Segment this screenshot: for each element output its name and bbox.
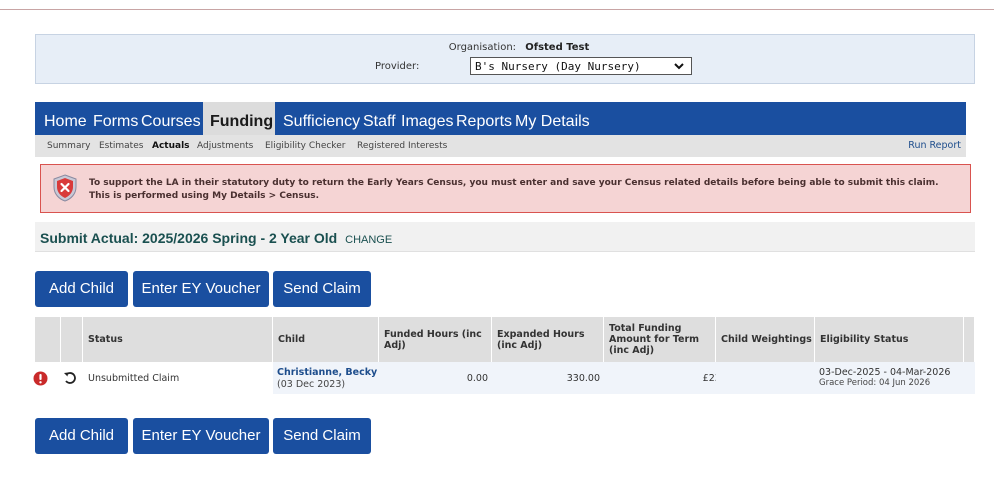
- organisation-row: Organisation: Ofsted Test: [36, 42, 974, 53]
- nav-funding[interactable]: Funding: [203, 102, 275, 135]
- organisation-panel: Organisation: Ofsted Test Provider: B's …: [35, 34, 975, 84]
- row-status: Unsubmitted Claim: [88, 372, 180, 384]
- eligibility-range: 03-Dec-2025 - 04-Mar-2026: [819, 367, 951, 378]
- row-eligibility-cell: 03-Dec-2025 - 04-Mar-2026 Grace Period: …: [815, 362, 975, 394]
- shield-error-icon: [53, 174, 77, 202]
- alert-line-2: This is performed using My Details > Cen…: [89, 191, 320, 201]
- header-total-funding[interactable]: Total Funding Amount for Term (inc Adj): [604, 317, 716, 362]
- add-child-button[interactable]: Add Child: [35, 271, 128, 307]
- table-row[interactable]: Unsubmitted Claim Christianne, Becky (03…: [33, 362, 975, 394]
- child-dob: (03 Dec 2023): [277, 378, 346, 390]
- header-status[interactable]: Status: [83, 317, 273, 362]
- send-claim-button-bottom[interactable]: Send Claim: [273, 418, 371, 454]
- change-link[interactable]: CHANGE: [345, 234, 392, 246]
- chevron-down-icon: [674, 63, 684, 70]
- row-eligibility-wrap: 03-Dec-2025 - 04-Mar-2026 Grace Period: …: [819, 367, 950, 389]
- census-alert: To support the LA in their statutory dut…: [40, 164, 971, 213]
- subnav-adjustments[interactable]: Adjustments: [197, 141, 253, 151]
- header-icon-col: [35, 317, 61, 362]
- submit-header: Submit Actual: 2025/2026 Spring - 2 Year…: [35, 222, 975, 252]
- top-divider: [0, 9, 994, 10]
- enter-ey-voucher-button[interactable]: Enter EY Voucher: [133, 271, 269, 307]
- header-funded-hours[interactable]: Funded Hours (inc Adj): [379, 317, 492, 362]
- nav-home[interactable]: Home: [44, 102, 87, 135]
- header-action-col: [61, 317, 83, 362]
- table-header: Status Child Funded Hours (inc Adj) Expa…: [35, 317, 975, 362]
- header-child-weightings[interactable]: Child Weightings: [716, 317, 815, 362]
- nav-staff[interactable]: Staff: [363, 102, 396, 135]
- subnav-eligibility-checker[interactable]: Eligibility Checker: [265, 141, 345, 151]
- row-child-cell: Christianne, Becky (03 Dec 2023): [273, 362, 379, 394]
- header-spacer: [964, 317, 975, 362]
- provider-select[interactable]: B's Nursery (Day Nursery): [470, 57, 692, 75]
- organisation-label: Organisation:: [448, 42, 517, 53]
- run-report-link[interactable]: Run Report: [908, 140, 961, 151]
- send-claim-button[interactable]: Send Claim: [273, 271, 371, 307]
- row-expanded-hours: 330.00: [492, 362, 604, 394]
- row-undo-cell[interactable]: [59, 362, 81, 394]
- nav-my-details[interactable]: My Details: [515, 102, 590, 135]
- nav-sufficiency[interactable]: Sufficiency: [283, 102, 360, 135]
- row-child-wrap: Christianne, Becky (03 Dec 2023): [277, 367, 377, 390]
- nav-forms[interactable]: Forms: [93, 102, 138, 135]
- provider-label: Provider:: [375, 61, 420, 72]
- alert-message: To support the LA in their statutory dut…: [89, 177, 959, 203]
- row-total-funding: £2310.00: [604, 362, 748, 394]
- grace-period: Grace Period: 04 Jun 2026: [819, 378, 931, 388]
- submit-title-wrap: Submit Actual: 2025/2026 Spring - 2 Year…: [40, 230, 392, 246]
- subnav-estimates[interactable]: Estimates: [99, 141, 143, 151]
- exclamation-circle-icon: [33, 371, 47, 385]
- alert-line-1: To support the LA in their statutory dut…: [89, 178, 939, 188]
- header-expanded-hours[interactable]: Expanded Hours (inc Adj): [492, 317, 604, 362]
- sub-nav: Summary Estimates Actuals Adjustments El…: [35, 135, 966, 157]
- nav-reports[interactable]: Reports: [456, 102, 512, 135]
- main-nav: Home Forms Courses Funding Sufficiency S…: [35, 102, 966, 135]
- subnav-registered-interests[interactable]: Registered Interests: [357, 141, 447, 151]
- row-funded-hours: 0.00: [379, 362, 492, 394]
- organisation-name: Ofsted Test: [525, 42, 590, 53]
- child-name-link[interactable]: Christianne, Becky: [277, 367, 377, 378]
- row-child-weightings: [716, 362, 815, 394]
- page-title: Submit Actual: 2025/2026 Spring - 2 Year…: [40, 230, 338, 246]
- header-eligibility-status[interactable]: Eligibility Status: [815, 317, 964, 362]
- add-child-button-bottom[interactable]: Add Child: [35, 418, 128, 454]
- nav-images[interactable]: Images: [401, 102, 453, 135]
- subnav-summary[interactable]: Summary: [47, 141, 91, 151]
- provider-selected-value: B's Nursery (Day Nursery): [475, 60, 641, 73]
- enter-ey-voucher-button-bottom[interactable]: Enter EY Voucher: [133, 418, 269, 454]
- row-warning-cell: [25, 362, 55, 394]
- subnav-actuals[interactable]: Actuals: [152, 141, 190, 151]
- nav-courses[interactable]: Courses: [141, 102, 201, 135]
- undo-icon[interactable]: [63, 371, 77, 385]
- header-child[interactable]: Child: [273, 317, 379, 362]
